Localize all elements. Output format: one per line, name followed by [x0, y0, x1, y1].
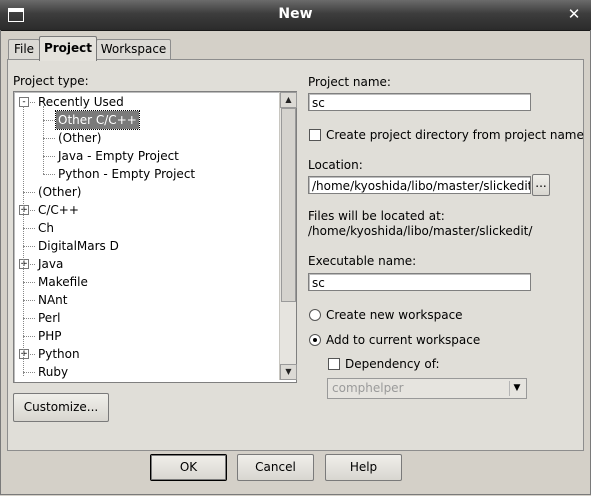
dependency-select[interactable]: comphelper ▼	[327, 378, 527, 399]
collapse-icon[interactable]: -	[19, 97, 29, 107]
add-current-workspace-label: Add to current workspace	[326, 333, 481, 347]
tree-item-label: NAnt	[38, 293, 68, 307]
create-dir-checkbox[interactable]	[309, 129, 321, 141]
tree-item[interactable]: + Java	[14, 255, 279, 273]
tree-item[interactable]: NAnt	[14, 291, 279, 309]
tree-connector	[23, 106, 24, 376]
create-new-workspace-radio[interactable]	[309, 309, 321, 321]
tree-item-label: Java	[38, 257, 64, 271]
tree-item[interactable]: PHP	[14, 327, 279, 345]
tree-item[interactable]: (Other)	[14, 183, 279, 201]
window-title: New	[278, 6, 313, 22]
scroll-down-icon[interactable]: ▼	[280, 364, 297, 380]
tree-item[interactable]: - Recently Used	[14, 93, 279, 111]
tree-item[interactable]: Ruby	[14, 363, 279, 381]
radio-selected-dot	[313, 338, 317, 342]
tab-project[interactable]: Project	[39, 36, 97, 61]
help-button[interactable]: Help	[325, 454, 402, 481]
cancel-button[interactable]: Cancel	[237, 454, 314, 481]
browse-button[interactable]: ...	[532, 174, 550, 196]
tree-item[interactable]: Python - Empty Project	[14, 165, 279, 183]
scroll-up-icon[interactable]: ▲	[280, 92, 297, 108]
dependency-checkbox[interactable]	[328, 358, 340, 370]
tree-item[interactable]: (Other)	[14, 129, 279, 147]
tree-item[interactable]: Perl	[14, 309, 279, 327]
tree-item-label: PHP	[38, 329, 62, 343]
files-location-path: /home/kyoshida/libo/master/slickedit/	[308, 224, 533, 238]
tree-item[interactable]: Makefile	[14, 273, 279, 291]
expand-icon[interactable]: +	[19, 349, 29, 359]
expand-icon[interactable]: +	[19, 205, 29, 215]
executable-name-input[interactable]: sc	[308, 273, 531, 291]
tab-file[interactable]: File	[8, 39, 40, 60]
title-bar: New ✕	[0, 0, 591, 31]
tree-item[interactable]: Java - Empty Project	[14, 147, 279, 165]
location-label: Location:	[308, 158, 363, 172]
location-input[interactable]: /home/kyoshida/libo/master/slickedit	[308, 176, 531, 194]
tree-item-label: Ruby	[38, 365, 69, 379]
tree-item[interactable]: + C/C++	[14, 201, 279, 219]
create-dir-label: Create project directory from project na…	[326, 128, 584, 142]
chevron-down-icon: ▼	[509, 381, 524, 396]
project-name-input[interactable]: sc	[308, 93, 531, 111]
executable-name-label: Executable name:	[308, 254, 417, 268]
project-name-label: Project name:	[308, 75, 391, 89]
dependency-label: Dependency of:	[345, 357, 440, 371]
tree-item-label: (Other)	[58, 131, 102, 145]
add-current-workspace-radio[interactable]	[309, 334, 321, 346]
tree-item-label: DigitalMars D	[38, 239, 119, 253]
project-type-tree[interactable]: - Recently Used Other C/C++ (Other) Java - E…	[13, 91, 297, 383]
tree-item-label: Python - Empty Project	[58, 167, 196, 181]
tree-item-label: Other C/C++	[55, 110, 140, 130]
dependency-select-value: comphelper	[332, 381, 404, 395]
tab-file-label: File	[13, 42, 35, 56]
tree-item-label: Recently Used	[38, 95, 124, 109]
tree-item-label: (Other)	[38, 185, 82, 199]
create-new-workspace-label: Create new workspace	[326, 308, 463, 322]
tree-item-label: Ch	[38, 221, 54, 235]
tree-connector	[43, 106, 44, 174]
tree-item[interactable]: + Python	[14, 345, 279, 363]
tree-item-label: C/C++	[38, 203, 79, 217]
scrollbar-thumb[interactable]	[281, 108, 296, 302]
customize-button[interactable]: Customize...	[13, 393, 109, 422]
project-type-label: Project type:	[13, 74, 89, 88]
close-icon[interactable]: ✕	[566, 6, 582, 22]
tree-item[interactable]: Other C/C++	[14, 110, 279, 130]
tab-project-label: Project	[43, 41, 93, 55]
ok-button[interactable]: OK	[150, 454, 227, 481]
tree-item[interactable]: Ch	[14, 219, 279, 237]
tree-scrollbar[interactable]: ▲ ▼	[279, 92, 297, 380]
tab-workspace[interactable]: Workspace	[96, 39, 171, 60]
tree-item[interactable]: DigitalMars D	[14, 237, 279, 255]
tree-item-label: Perl	[38, 311, 61, 325]
tab-workspace-label: Workspace	[100, 42, 167, 56]
tree-item-label: Makefile	[38, 275, 88, 289]
tree-item-label: Java - Empty Project	[58, 149, 179, 163]
tree-item-label: Python	[38, 347, 80, 361]
expand-icon[interactable]: +	[19, 259, 29, 269]
files-location-label: Files will be located at:	[308, 209, 445, 223]
